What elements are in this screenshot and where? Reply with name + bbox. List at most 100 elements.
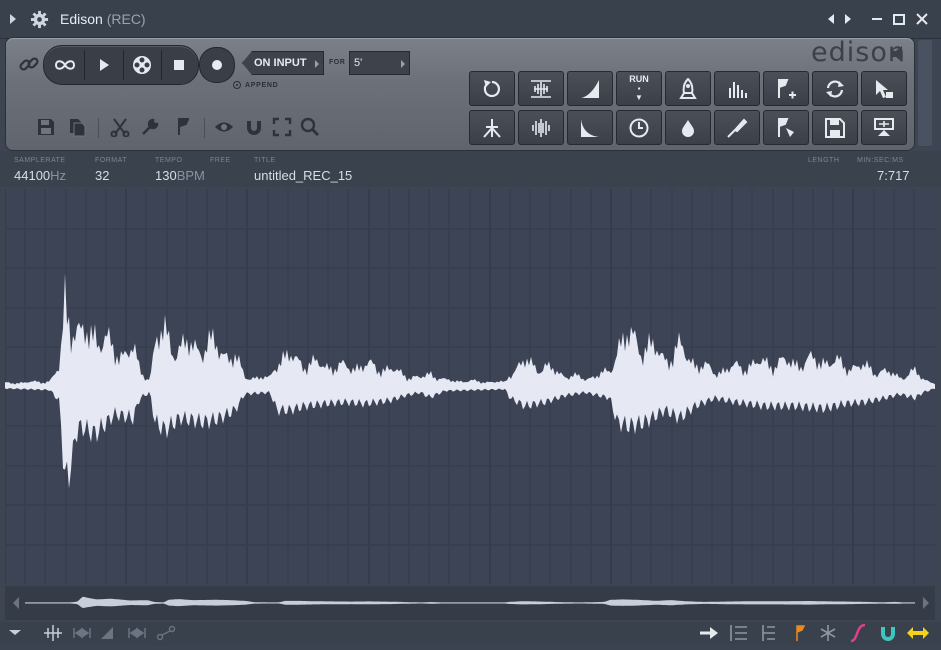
declicker-button[interactable] bbox=[714, 110, 760, 145]
infinity-icon bbox=[54, 60, 76, 70]
marker-tag-icon bbox=[778, 117, 794, 137]
trim-right-icon[interactable] bbox=[128, 627, 146, 639]
play-button[interactable] bbox=[85, 46, 123, 84]
waveform-canvas bbox=[5, 189, 935, 584]
wrench-icon[interactable] bbox=[140, 117, 160, 137]
free-label[interactable]: FREE bbox=[210, 157, 231, 164]
tempo-number: 130 bbox=[155, 168, 177, 183]
stretch-button[interactable] bbox=[469, 110, 515, 145]
trim-left-icon[interactable] bbox=[73, 627, 91, 639]
length-label: LENGTH bbox=[808, 157, 840, 164]
tempo-value[interactable]: 130BPM bbox=[155, 168, 205, 183]
title-bar: Edison (REC) bbox=[0, 0, 941, 39]
marker-tool-button[interactable] bbox=[763, 110, 809, 145]
zoom-icon[interactable] bbox=[300, 117, 320, 137]
format-value[interactable]: 32 bbox=[95, 168, 109, 183]
reel-button[interactable] bbox=[123, 46, 161, 84]
duration-select[interactable]: 5' bbox=[349, 51, 410, 75]
format-label: FORMAT bbox=[95, 157, 128, 164]
noise-button[interactable] bbox=[518, 110, 564, 145]
waveform-icon bbox=[532, 118, 550, 137]
chevron-right-icon bbox=[401, 60, 405, 68]
maximize-icon[interactable] bbox=[891, 11, 907, 27]
bottom-toolbar bbox=[0, 622, 941, 645]
select-tool-button[interactable] bbox=[861, 71, 907, 106]
stop-button[interactable] bbox=[160, 46, 198, 84]
clock-icon bbox=[629, 118, 649, 137]
magnet-icon[interactable] bbox=[244, 117, 264, 137]
tempo-label: TEMPO bbox=[155, 157, 183, 164]
window-mode: (REC) bbox=[106, 11, 146, 27]
align-icon[interactable] bbox=[730, 625, 747, 641]
reverse-button[interactable] bbox=[469, 71, 515, 106]
panel-scrollbar[interactable] bbox=[918, 40, 932, 146]
tape-reel-icon bbox=[133, 56, 151, 74]
close-icon[interactable] bbox=[914, 11, 930, 27]
rocket-button[interactable] bbox=[665, 71, 711, 106]
edison-window: Edison (REC) ON INPUT FOR 5' APPEND edis… bbox=[0, 0, 941, 645]
samplerate-number: 44100 bbox=[14, 168, 51, 183]
record-source-select[interactable]: ON INPUT bbox=[242, 51, 324, 75]
blur-button[interactable] bbox=[665, 110, 711, 145]
arrow-right-icon[interactable] bbox=[700, 627, 718, 639]
scroll-left-icon[interactable] bbox=[13, 597, 19, 609]
minimize-icon[interactable] bbox=[869, 11, 885, 27]
stretch-mode-icon[interactable] bbox=[907, 627, 929, 639]
nodes-icon[interactable] bbox=[156, 625, 176, 641]
overview-waveform bbox=[25, 596, 915, 608]
link-icon[interactable] bbox=[18, 53, 40, 75]
snap-icon[interactable] bbox=[44, 625, 62, 641]
normalize-button[interactable] bbox=[518, 71, 564, 106]
loop-refresh-button[interactable] bbox=[812, 71, 858, 106]
scissors-icon[interactable] bbox=[110, 117, 130, 137]
tempo-unit: BPM bbox=[176, 168, 205, 183]
scroll-right-icon[interactable] bbox=[923, 597, 929, 609]
loop-button[interactable] bbox=[46, 46, 84, 84]
separator bbox=[98, 118, 99, 138]
fit-view-icon[interactable] bbox=[272, 117, 292, 137]
sample-title[interactable]: untitled_REC_15 bbox=[254, 168, 352, 183]
next-arrow-icon[interactable] bbox=[840, 11, 856, 27]
transport-controls bbox=[43, 45, 199, 85]
disk-icon bbox=[825, 117, 845, 138]
record-button[interactable] bbox=[199, 47, 235, 83]
sample-info-bar: SAMPLERATE 44100Hz FORMAT 32 TEMPO 130BP… bbox=[0, 151, 941, 333]
gear-icon[interactable] bbox=[30, 10, 49, 29]
pitch-stretch-icon bbox=[483, 118, 501, 138]
overview-scrollbar[interactable] bbox=[5, 586, 935, 620]
eye-icon[interactable] bbox=[214, 117, 234, 137]
time-stretch-button[interactable] bbox=[616, 110, 662, 145]
separator bbox=[204, 118, 205, 138]
add-marker-button[interactable] bbox=[763, 71, 809, 106]
orange-marker-icon[interactable] bbox=[796, 625, 806, 641]
spectrum-icon bbox=[729, 81, 747, 98]
fade-in-button[interactable] bbox=[567, 71, 613, 106]
snowflake-icon[interactable] bbox=[820, 625, 836, 641]
copy-icon[interactable] bbox=[67, 117, 87, 137]
chevron-right-icon bbox=[315, 60, 319, 68]
append-radio[interactable] bbox=[233, 81, 241, 89]
rotate-ccw-icon bbox=[483, 79, 500, 97]
spectral-button[interactable] bbox=[714, 71, 760, 106]
ramp-icon[interactable] bbox=[101, 627, 113, 639]
duration-value: 5' bbox=[354, 57, 363, 69]
save-icon[interactable] bbox=[36, 117, 56, 137]
run-button[interactable]: RUN ▪ ▼ bbox=[616, 71, 662, 106]
send-to-playlist-button[interactable] bbox=[861, 110, 907, 145]
stretch-markers-icon[interactable] bbox=[762, 625, 775, 641]
append-label: APPEND bbox=[245, 82, 279, 89]
fade-out-button[interactable] bbox=[567, 110, 613, 145]
speaker-icon[interactable] bbox=[890, 44, 906, 64]
run-label-text: RUN bbox=[629, 74, 649, 84]
waveform-view[interactable] bbox=[5, 189, 935, 584]
length-value: 7:717 bbox=[877, 168, 910, 183]
refresh-icon bbox=[826, 79, 844, 98]
menu-arrow-icon[interactable] bbox=[9, 630, 21, 635]
curve-icon[interactable] bbox=[850, 623, 866, 643]
window-menu-arrow-icon[interactable] bbox=[10, 14, 16, 24]
run-arrow-icon: ▪ ▼ bbox=[635, 84, 643, 102]
marker-flag-icon[interactable] bbox=[174, 117, 194, 137]
save-as-button[interactable] bbox=[812, 110, 858, 145]
prev-arrow-icon[interactable] bbox=[823, 11, 839, 27]
magnet-snap-icon[interactable] bbox=[881, 627, 895, 641]
